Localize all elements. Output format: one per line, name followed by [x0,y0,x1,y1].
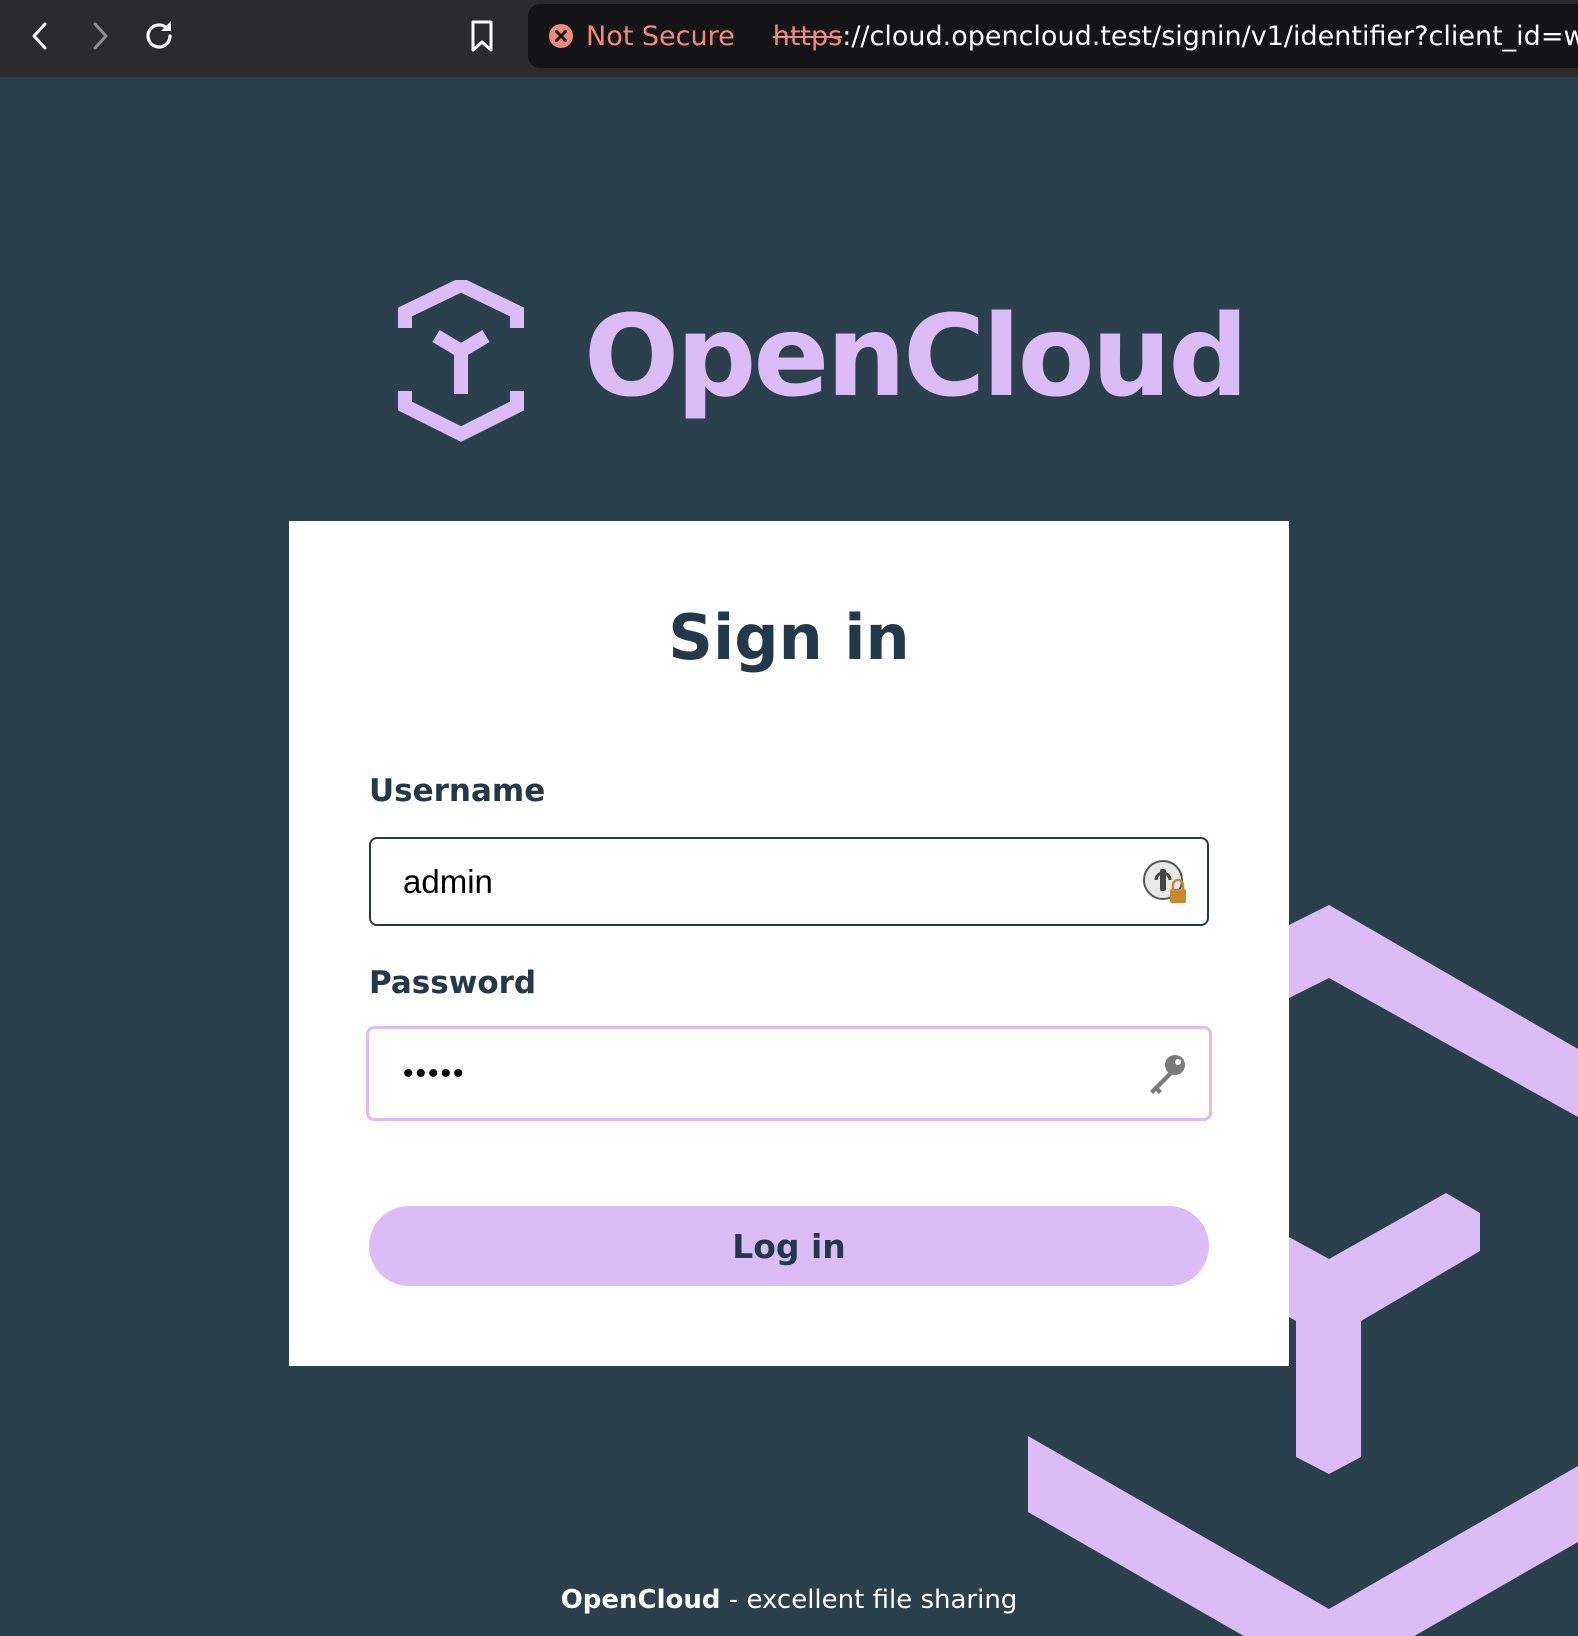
footer: OpenCloud - excellent file sharing [0,1585,1578,1615]
opencloud-logo-mark [398,280,524,442]
page-title: Sign in [668,601,910,674]
opencloud-logo: OpenCloud [398,280,1249,442]
url-path: ://cloud.opencloud.test/signin/v1/identi… [842,20,1578,52]
security-warning-icon [548,23,574,49]
logo-wordmark: OpenCloud [584,292,1249,422]
key-icon[interactable] [1143,1050,1191,1098]
password-input[interactable] [369,1028,1143,1119]
browser-toolbar: Not Secure https://cloud.opencloud.test/… [0,0,1578,77]
back-icon[interactable] [20,16,60,56]
footer-tagline: - excellent file sharing [720,1585,1018,1615]
address-bar[interactable]: Not Secure https://cloud.opencloud.test/… [528,4,1578,68]
password-label: Password [369,965,537,1001]
username-field [369,837,1209,926]
url-text[interactable]: https://cloud.opencloud.test/signin/v1/i… [773,21,1578,52]
forward-icon[interactable] [80,16,120,56]
url-scheme: https [772,20,843,52]
footer-brand: OpenCloud [560,1585,721,1615]
username-label: Username [369,773,546,809]
username-input[interactable] [371,838,1141,925]
login-button[interactable]: Log in [369,1206,1209,1286]
password-field [366,1026,1212,1121]
bookmark-icon[interactable] [462,16,502,56]
reload-icon[interactable] [139,16,179,56]
signin-card: Sign in Username Password Log in [289,521,1289,1366]
password-manager-icon[interactable] [1141,858,1189,906]
security-label[interactable]: Not Secure [586,21,735,52]
